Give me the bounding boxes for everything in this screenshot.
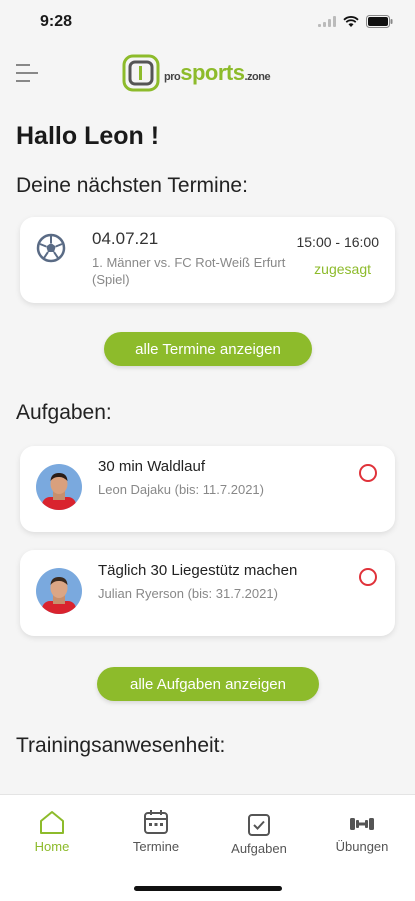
show-all-tasks-button[interactable]: alle Aufgaben anzeigen	[97, 667, 319, 701]
home-indicator	[134, 886, 282, 891]
soccer-ball-icon	[36, 233, 66, 263]
bottom-tab-bar: Home Termine Aufgaben Übungen	[0, 794, 415, 901]
tab-uebungen[interactable]: Übungen	[322, 813, 402, 854]
show-all-events-button[interactable]: alle Termine anzeigen	[104, 332, 312, 366]
status-icons	[318, 15, 393, 28]
event-date: 04.07.21	[92, 229, 159, 248]
tab-termine[interactable]: Termine	[116, 809, 196, 854]
task-checkbox[interactable]	[359, 568, 377, 586]
app-header: prosports.zone	[0, 48, 415, 98]
battery-icon	[366, 15, 393, 28]
event-time: 15:00 - 16:00	[296, 234, 379, 250]
event-card[interactable]: 04.07.21 1. Männer vs. FC Rot-Weiß Erfur…	[20, 217, 395, 303]
task-title: 30 min Waldlauf	[98, 458, 205, 475]
attendance-section-title: Trainingsanwesenheit:	[16, 734, 226, 757]
tasks-section-title: Aufgaben:	[16, 401, 112, 424]
avatar	[36, 568, 82, 614]
tab-aufgaben[interactable]: Aufgaben	[219, 813, 299, 856]
wifi-icon	[343, 15, 359, 27]
status-time: 9:28	[40, 13, 73, 30]
task-checkbox[interactable]	[359, 464, 377, 482]
task-card[interactable]: 30 min Waldlauf Leon Dajaku (bis: 11.7.2…	[20, 446, 395, 532]
app-logo: prosports.zone	[122, 54, 271, 92]
event-description: 1. Männer vs. FC Rot-Weiß Erfurt (Spiel)	[92, 255, 286, 287]
logo-wordmark: prosports.zone	[164, 60, 271, 86]
tab-label: Home	[34, 839, 70, 854]
logo-zone: .zone	[244, 71, 271, 83]
hamburger-menu-icon	[16, 64, 38, 82]
status-bar: 9:28	[0, 0, 415, 44]
tab-label: Termine	[132, 839, 180, 854]
dumbbell-icon	[350, 818, 374, 830]
tab-home[interactable]: Home	[12, 809, 92, 854]
tab-label: Aufgaben	[231, 841, 287, 856]
task-assignee: Julian Ryerson (bis: 31.7.2021)	[98, 586, 278, 601]
home-icon	[40, 811, 64, 834]
calendar-icon	[144, 810, 168, 834]
logo-mark-icon	[122, 54, 160, 92]
task-assignee: Leon Dajaku (bis: 11.7.2021)	[98, 482, 264, 497]
task-title: Täglich 30 Liegestütz machen	[98, 562, 298, 579]
avatar	[36, 464, 82, 510]
events-section-title: Deine nächsten Termine:	[16, 174, 248, 197]
logo-pro: pro	[164, 71, 181, 83]
task-card[interactable]: Täglich 30 Liegestütz machen Julian Ryer…	[20, 550, 395, 636]
logo-sports: sports	[180, 60, 245, 85]
checkbox-icon	[248, 814, 270, 836]
tab-label: Übungen	[335, 839, 389, 854]
greeting: Hallo Leon !	[16, 122, 160, 150]
signal-icon	[318, 16, 336, 27]
event-status: zugesagt	[314, 261, 371, 277]
menu-button[interactable]	[16, 62, 40, 84]
